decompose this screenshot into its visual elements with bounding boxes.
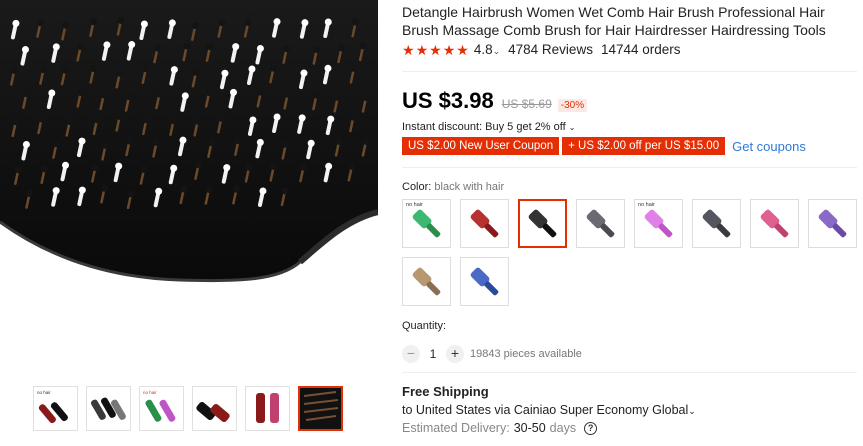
brush-swatch-image: [586, 209, 614, 237]
shipping-title: Free Shipping: [402, 384, 489, 399]
brush-swatch-image: [702, 209, 730, 237]
brush-thumb-image: no hair: [37, 390, 68, 424]
rating-value[interactable]: 4.8⌄: [474, 42, 500, 57]
quantity-input[interactable]: 1: [420, 347, 446, 361]
thumbnail-3[interactable]: no hair: [139, 386, 184, 431]
brush-thumb-image: [300, 388, 341, 429]
brush-swatch-image: [470, 209, 498, 237]
coupon-row: US $2.00 New User Coupon + US $2.00 off …: [402, 137, 806, 155]
reviews-link[interactable]: 4784 Reviews: [508, 42, 593, 57]
selected-color-name: black with hair: [434, 181, 505, 193]
color-swatch-3[interactable]: [518, 199, 567, 248]
chevron-down-icon: ⌄: [688, 406, 696, 416]
days-word: days: [549, 421, 577, 435]
quantity-stepper: − 1 + 19843 pieces available: [402, 345, 582, 363]
instant-discount-text: Instant discount: Buy 5 get 2% off: [402, 121, 566, 133]
instant-discount[interactable]: Instant discount: Buy 5 get 2% off ⌄: [402, 121, 575, 133]
available-stock: 19843 pieces available: [470, 348, 582, 360]
orders-count: 14744 orders: [600, 42, 681, 57]
brush-swatch-image: [528, 209, 556, 237]
color-swatch-5[interactable]: no hair: [634, 199, 683, 248]
thumbnail-2[interactable]: [86, 386, 131, 431]
brush-swatch-image: [412, 209, 440, 237]
current-price: US $3.98: [402, 88, 494, 113]
star-icon: ★: [429, 41, 442, 58]
brush-thumb-image: [91, 397, 126, 420]
star-icon: ★: [456, 41, 469, 58]
color-swatch-6[interactable]: [692, 199, 741, 248]
shipping-method[interactable]: to United States via Cainiao Super Econo…: [402, 403, 696, 417]
color-swatch-7[interactable]: [750, 199, 799, 248]
rating-number: 4.8: [473, 42, 493, 57]
divider: [402, 167, 857, 168]
color-swatches: no hair no hair: [402, 199, 862, 306]
thumbnail-4[interactable]: [192, 386, 237, 431]
brush-thumb-image: no hair: [143, 390, 176, 422]
help-icon[interactable]: ?: [584, 421, 598, 435]
brush-swatch-image: [470, 267, 498, 295]
quantity-plus-button[interactable]: +: [446, 345, 464, 363]
quantity-minus-button[interactable]: −: [402, 345, 420, 363]
chevron-down-icon: ⌄: [492, 46, 501, 56]
brush-swatch-image: [760, 209, 788, 237]
color-swatch-4[interactable]: [576, 199, 625, 248]
star-icon: ★: [415, 41, 429, 58]
color-swatch-1[interactable]: no hair: [402, 199, 451, 248]
color-swatch-9[interactable]: [402, 257, 451, 306]
brush-thumb-image: [196, 401, 230, 423]
thumbnail-strip: no hair no hair: [33, 386, 343, 431]
star-rating: ★ ★ ★ ★ ★: [402, 43, 469, 57]
rating-row: ★ ★ ★ ★ ★ 4.8⌄ 4784 Reviews 14744 orders: [402, 42, 681, 57]
delivery-days: 30-50: [513, 421, 546, 435]
thumb-tag-text: no hair: [37, 390, 51, 395]
main-product-image[interactable]: [0, 0, 378, 372]
brush-swatch-image: [818, 209, 846, 237]
thumbnail-1[interactable]: no hair: [33, 386, 78, 431]
divider: [402, 372, 857, 373]
delivery-label: Estimated Delivery:: [402, 421, 510, 435]
color-label: Color: black with hair: [402, 181, 504, 193]
store-coupon[interactable]: + US $2.00 off per US $15.00: [562, 137, 726, 155]
get-coupons-link[interactable]: Get coupons: [732, 139, 806, 154]
thumbnail-5[interactable]: [245, 386, 290, 431]
swatch-tag: no hair: [406, 202, 423, 208]
hairbrush-closeup-image: [0, 0, 378, 283]
divider: [402, 71, 857, 72]
chevron-down-icon: ⌄: [568, 123, 576, 132]
star-icon: ★: [402, 41, 415, 58]
discount-badge: -30%: [557, 99, 588, 112]
thumbnail-6-selected[interactable]: [298, 386, 343, 431]
shipping-method-text: to United States via Cainiao Super Econo…: [402, 403, 689, 417]
original-price: US $5.69: [501, 97, 552, 111]
brush-thumb-image: [256, 393, 279, 423]
swatch-tag: no hair: [638, 202, 655, 208]
color-swatch-8[interactable]: [808, 199, 857, 248]
color-swatch-10[interactable]: [460, 257, 509, 306]
thumb-tag-text: no hair: [143, 390, 157, 395]
new-user-coupon[interactable]: US $2.00 New User Coupon: [402, 137, 560, 155]
estimated-delivery: Estimated Delivery: 30-50 days ?: [402, 421, 598, 435]
color-label-text: Color:: [402, 181, 432, 193]
brush-swatch-image: [644, 209, 672, 237]
product-title: Detangle Hairbrush Women Wet Comb Hair B…: [402, 4, 826, 38]
color-swatch-2[interactable]: [460, 199, 509, 248]
price-row: US $3.98 US $5.69 -30%: [402, 88, 588, 114]
brush-swatch-image: [412, 267, 440, 295]
star-icon: ★: [442, 41, 456, 58]
quantity-label: Quantity:: [402, 320, 447, 332]
